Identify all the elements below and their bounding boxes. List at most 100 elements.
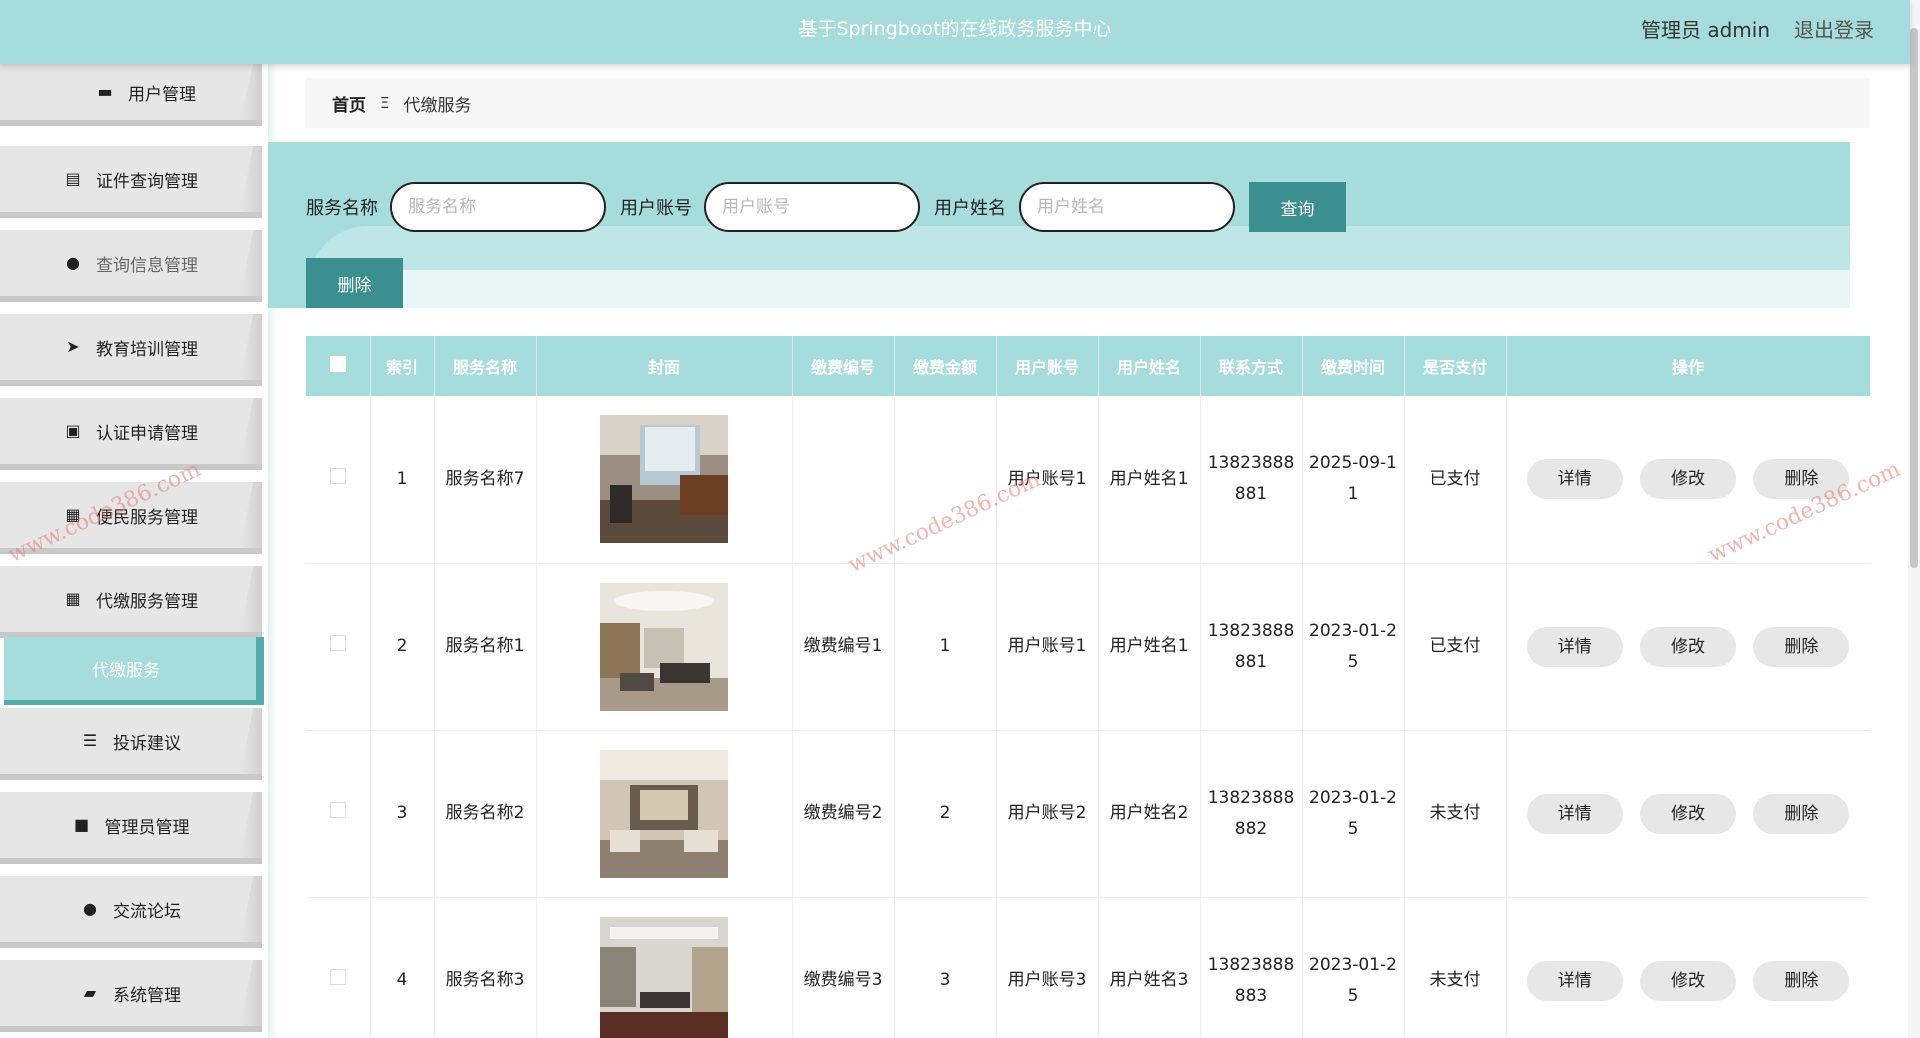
name-cell: 用户姓名1 xyxy=(1098,396,1201,564)
detail-button[interactable]: 详情 xyxy=(1526,459,1623,500)
user-icon: ● xyxy=(83,899,97,918)
row-checkbox-cell xyxy=(306,563,371,731)
column-header: 操作 xyxy=(1506,336,1870,396)
phone-cell: 13823888882 xyxy=(1200,730,1303,898)
breadcrumb: 首页 Ξ 代缴服务 xyxy=(305,78,1870,128)
detail-button[interactable]: 详情 xyxy=(1526,626,1623,667)
edit-button[interactable]: 修改 xyxy=(1640,626,1736,667)
column-header: 索引 xyxy=(370,336,435,396)
delete-button[interactable]: 删除 xyxy=(1753,960,1850,1001)
time-cell: 2023-01-25 xyxy=(1302,730,1405,898)
sidebar-item-convenience[interactable]: ▦ 便民服务管理 xyxy=(0,482,262,554)
sidebar-item-label: 查询信息管理 xyxy=(96,255,198,276)
account-cell: 用户账号2 xyxy=(996,730,1099,898)
sidebar-item-query-info[interactable]: ● 查询信息管理 xyxy=(0,230,262,302)
fee-no-cell: 缴费编号1 xyxy=(792,563,895,731)
index-cell: 2 xyxy=(370,563,435,731)
grid-icon: ▦ xyxy=(65,505,81,524)
user-name-label: 用户姓名 xyxy=(934,198,1006,219)
query-button[interactable]: 查询 xyxy=(1249,182,1346,232)
breadcrumb-current: 代缴服务 xyxy=(403,95,472,116)
logout-link[interactable]: 退出登录 xyxy=(1794,14,1874,43)
sidebar-item-training[interactable]: ➤ 教育培训管理 xyxy=(0,314,262,386)
detail-button[interactable]: 详情 xyxy=(1526,960,1623,1001)
actions-cell: 详情 修改 删除 xyxy=(1506,897,1870,1038)
row-checkbox[interactable] xyxy=(329,635,346,651)
edit-button[interactable]: 修改 xyxy=(1640,960,1736,1001)
clipboard-icon: ▤ xyxy=(65,169,81,188)
index-cell: 4 xyxy=(370,897,435,1038)
row-checkbox-cell xyxy=(306,396,371,564)
sidebar-item-label: 便民服务管理 xyxy=(96,507,198,528)
name-cell: 用户姓名2 xyxy=(1098,730,1201,898)
delete-button[interactable]: 删除 xyxy=(1753,459,1850,500)
sidebar-item-complaint[interactable]: ☰ 投诉建议 xyxy=(0,708,262,780)
service-name-label: 服务名称 xyxy=(306,198,378,219)
sidebar-item-auth-apply[interactable]: ▣ 认证申请管理 xyxy=(0,398,262,470)
cover-image xyxy=(600,415,728,544)
column-header: 缴费金额 xyxy=(894,336,997,396)
sidebar: ▬ 用户管理 ▤ 证件查询管理 ● 查询信息管理 ➤ 教育培训管理 ▣ 认证申请… xyxy=(0,64,268,1038)
row-checkbox[interactable] xyxy=(329,467,346,484)
cover-cell xyxy=(536,897,793,1038)
service-cell: 服务名称7 xyxy=(434,396,537,564)
sidebar-item-label: 投诉建议 xyxy=(113,733,181,754)
edit-button[interactable]: 修改 xyxy=(1640,459,1736,500)
service-cell: 服务名称3 xyxy=(434,897,537,1038)
sidebar-subitem-payment[interactable]: 代缴服务 xyxy=(4,637,264,705)
actions-cell: 详情 修改 删除 xyxy=(1506,730,1870,898)
amount-cell: 2 xyxy=(894,730,997,898)
fee-no-cell: 缴费编号3 xyxy=(792,897,895,1038)
time-cell: 2025-09-11 xyxy=(1302,396,1405,564)
amount-cell: 1 xyxy=(894,563,997,731)
delete-button[interactable]: 删除 xyxy=(1753,626,1850,667)
sidebar-item-label: 代缴服务管理 xyxy=(96,591,198,612)
sidebar-item-label: 用户管理 xyxy=(128,84,196,105)
sidebar-item-admin[interactable]: ■ 管理员管理 xyxy=(0,792,262,864)
table-row: 3 服务名称2 缴费编号2 2 用户账号2 用户姓名2 13823888882 … xyxy=(306,730,1870,898)
column-header: 用户姓名 xyxy=(1098,336,1201,396)
user-account-input[interactable] xyxy=(704,182,920,232)
detail-button[interactable]: 详情 xyxy=(1526,793,1623,834)
phone-cell: 13823888881 xyxy=(1200,396,1303,564)
sidebar-item-label: 认证申请管理 xyxy=(96,423,198,444)
scrollbar-thumb[interactable] xyxy=(1910,28,1918,568)
wallet-icon: ▰ xyxy=(83,983,97,1002)
column-header: 服务名称 xyxy=(434,336,537,396)
cover-image xyxy=(600,749,728,878)
service-cell: 服务名称1 xyxy=(434,563,537,731)
top-header: 基于Springboot的在线政务服务中心 管理员 admin 退出登录 xyxy=(0,0,1910,64)
column-header: 是否支付 xyxy=(1404,336,1507,396)
table-row: 1 服务名称7 用户账号1 用户姓名1 13823888881 2025-09-… xyxy=(306,396,1870,564)
row-checkbox[interactable] xyxy=(329,969,346,985)
user-icon: ● xyxy=(66,253,80,272)
sidebar-item-forum[interactable]: ● 交流论坛 xyxy=(0,876,262,948)
user-account-label: 用户账号 xyxy=(620,198,692,219)
paid-cell: 已支付 xyxy=(1404,396,1507,564)
name-cell: 用户姓名1 xyxy=(1098,563,1201,731)
app-title: 基于Springboot的在线政务服务中心 xyxy=(798,18,1112,40)
service-name-input[interactable] xyxy=(390,182,606,232)
sidebar-item-user-manage[interactable]: ▬ 用户管理 xyxy=(0,64,262,126)
name-cell: 用户姓名3 xyxy=(1098,897,1201,1038)
time-cell: 2023-01-25 xyxy=(1302,897,1405,1038)
sidebar-item-payment-service[interactable]: ▦ 代缴服务管理 xyxy=(0,566,262,638)
column-header: 联系方式 xyxy=(1200,336,1303,396)
index-cell: 3 xyxy=(370,730,435,898)
index-cell: 1 xyxy=(370,396,435,564)
row-checkbox[interactable] xyxy=(329,802,346,818)
actions-cell: 详情 修改 删除 xyxy=(1506,563,1870,731)
user-name-input[interactable] xyxy=(1019,182,1235,232)
delete-button[interactable]: 删除 xyxy=(1753,793,1850,834)
actions-cell: 详情 修改 删除 xyxy=(1506,396,1870,564)
page-scrollbar[interactable] xyxy=(1908,0,1920,1038)
breadcrumb-home[interactable]: 首页 xyxy=(332,91,366,116)
batch-delete-button[interactable]: 删除 xyxy=(306,258,403,308)
sidebar-item-certificate[interactable]: ▤ 证件查询管理 xyxy=(0,146,262,218)
column-header: 用户账号 xyxy=(996,336,1099,396)
edit-button[interactable]: 修改 xyxy=(1640,793,1736,834)
sidebar-item-system[interactable]: ▰ 系统管理 xyxy=(0,960,262,1032)
cover-cell xyxy=(536,730,793,898)
paid-cell: 未支付 xyxy=(1404,730,1507,898)
select-all-checkbox[interactable] xyxy=(329,356,346,372)
